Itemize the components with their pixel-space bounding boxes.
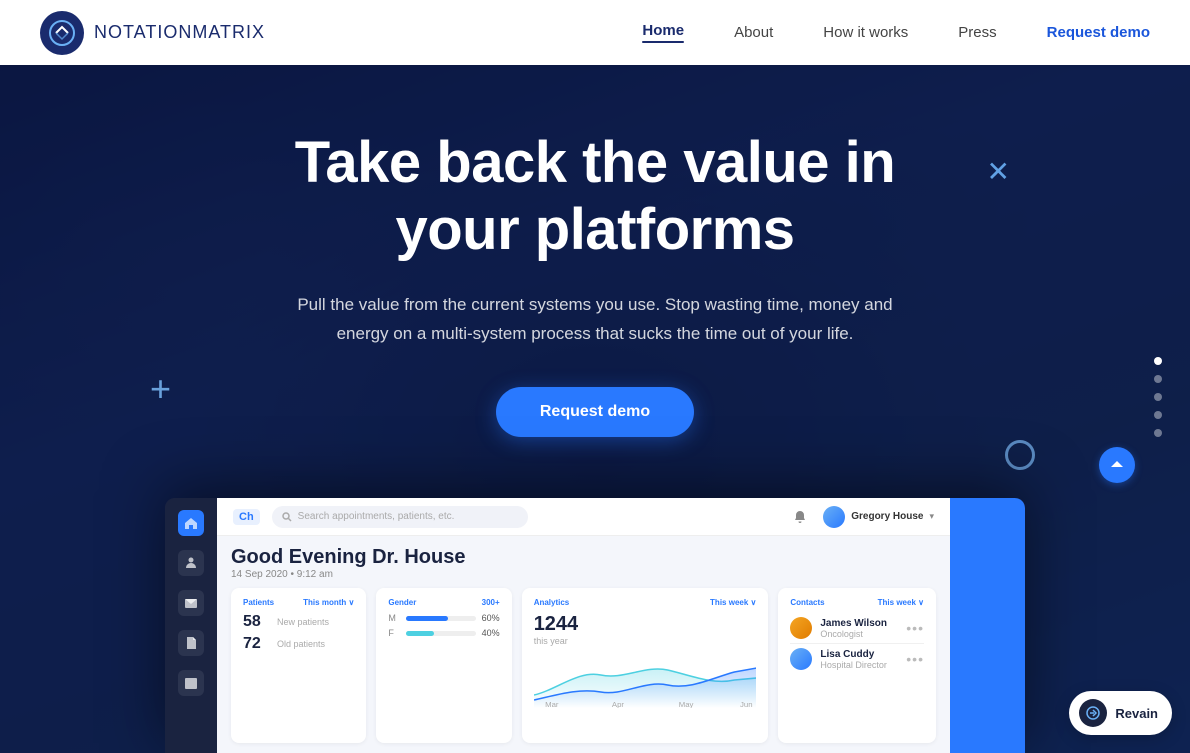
logo[interactable]: NOTATIONMATRIX	[40, 11, 265, 55]
nav-home[interactable]: Home	[642, 22, 684, 43]
contact-more-1[interactable]: •••	[906, 620, 924, 636]
patients-card-title: Patients This month ∨	[243, 598, 354, 607]
svg-text:Apr: Apr	[612, 700, 625, 708]
contact-item-2[interactable]: Lisa Cuddy Hospital Director •••	[790, 644, 924, 674]
username-label: Gregory House	[851, 511, 923, 522]
gender-card-title: Gender 300+	[388, 598, 499, 607]
dashboard-main: Ch Search appointments, patients, etc.	[217, 498, 950, 753]
contact-more-2[interactable]: •••	[906, 651, 924, 667]
search-placeholder: Search appointments, patients, etc.	[298, 511, 455, 522]
hero-cta-button[interactable]: Request demo	[496, 387, 694, 437]
hero-subtitle: Pull the value from the current systems …	[285, 291, 905, 349]
contact-avatar-1	[790, 617, 812, 639]
analytics-card: Analytics This week ∨ 1244 this year	[522, 588, 769, 743]
gender-male-bar-fill	[406, 616, 448, 621]
greeting-text: Good Evening Dr. House 14 Sep 2020 • 9:1…	[231, 546, 936, 580]
user-menu[interactable]: Gregory House ▾	[823, 506, 934, 528]
revain-icon	[1079, 699, 1107, 727]
contacts-card: Contacts This week ∨ James Wilson Oncolo…	[778, 588, 936, 743]
user-avatar	[823, 506, 845, 528]
scroll-up-button[interactable]	[1099, 447, 1135, 483]
decorative-plus: +	[150, 368, 171, 410]
gender-female-bar-bg	[406, 631, 475, 636]
analytics-card-title: Analytics This week ∨	[534, 598, 757, 607]
side-dot-4[interactable]	[1154, 411, 1162, 419]
contacts-card-title: Contacts This week ∨	[790, 598, 924, 607]
side-dots	[1154, 357, 1162, 437]
analytics-sub: this year	[534, 636, 757, 646]
analytics-svg: Mar Apr May Jun	[534, 650, 757, 708]
nav-how-it-works[interactable]: How it works	[823, 24, 908, 41]
gender-card: Gender 300+ M 60%	[376, 588, 511, 743]
side-dot-2[interactable]	[1154, 375, 1162, 383]
analytics-chart: Mar Apr May Jun	[534, 650, 757, 710]
hero-content: Take back the value in your platforms Pu…	[195, 130, 995, 437]
sidebar-doc-icon[interactable]	[178, 630, 204, 656]
gender-chart: M 60% F	[388, 613, 499, 638]
side-dot-5[interactable]	[1154, 429, 1162, 437]
svg-text:Jun: Jun	[740, 700, 753, 708]
side-dot-1[interactable]	[1154, 357, 1162, 365]
nav-press[interactable]: Press	[958, 24, 996, 41]
gender-male-row: M 60%	[388, 613, 499, 623]
sidebar-mail-icon[interactable]	[178, 590, 204, 616]
patients-stats: 58 New patients 72 Old patients	[243, 613, 354, 653]
analytics-number: 1244	[534, 613, 757, 636]
nav-links: Home About How it works Press Request de…	[642, 22, 1150, 43]
nav-about[interactable]: About	[734, 24, 773, 41]
dashboard-sidebar	[165, 498, 217, 753]
contacts-list: James Wilson Oncologist ••• Lisa Cuddy	[790, 613, 924, 674]
nav-request-demo[interactable]: Request demo	[1047, 24, 1150, 41]
logo-icon	[40, 11, 84, 55]
gender-female-bar-fill	[406, 631, 434, 636]
svg-text:Mar: Mar	[545, 700, 559, 708]
gender-male-bar-bg	[406, 616, 475, 621]
old-patients-row: 72 Old patients	[243, 635, 354, 653]
revain-logo-icon	[1085, 705, 1101, 721]
user-chevron-icon: ▾	[929, 511, 934, 522]
dashboard-body: Good Evening Dr. House 14 Sep 2020 • 9:1…	[217, 536, 950, 753]
hero-section: ✕ + Take back the value in your platform…	[0, 0, 1190, 753]
contact-item-1[interactable]: James Wilson Oncologist •••	[790, 613, 924, 644]
navbar: NOTATIONMATRIX Home About How it works P…	[0, 0, 1190, 65]
patients-card: Patients This month ∨ 58 New patients 72	[231, 588, 366, 743]
sidebar-calendar-icon[interactable]	[178, 670, 204, 696]
gender-female-row: F 40%	[388, 628, 499, 638]
notification-bell[interactable]	[789, 506, 811, 528]
contact-avatar-2	[790, 648, 812, 670]
svg-text:May: May	[678, 700, 693, 708]
contact-info-2: Lisa Cuddy Hospital Director	[820, 649, 887, 670]
dashboard-mockup: Ch Search appointments, patients, etc.	[165, 498, 1025, 753]
new-patients-row: 58 New patients	[243, 613, 354, 631]
revain-badge[interactable]: Revain	[1069, 691, 1172, 735]
dashboard-topbar: Ch Search appointments, patients, etc.	[217, 498, 950, 536]
sidebar-person-icon[interactable]	[178, 550, 204, 576]
search-bar[interactable]: Search appointments, patients, etc.	[272, 506, 529, 528]
chevron-up-icon	[1109, 457, 1125, 473]
dashboard-inner: Ch Search appointments, patients, etc.	[165, 498, 1025, 753]
search-icon	[282, 512, 292, 522]
side-dot-3[interactable]	[1154, 393, 1162, 401]
revain-label: Revain	[1115, 706, 1158, 721]
ch-badge: Ch	[233, 509, 260, 525]
dashboard-cards: Patients This month ∨ 58 New patients 72	[231, 588, 936, 743]
sidebar-home-icon[interactable]	[178, 510, 204, 536]
dashboard-right-panel	[950, 498, 1025, 753]
decorative-circle	[1005, 440, 1035, 470]
logo-text: NOTATIONMATRIX	[94, 22, 265, 43]
contact-info-1: James Wilson Oncologist	[820, 618, 887, 639]
hero-title: Take back the value in your platforms	[195, 130, 995, 263]
bell-icon	[793, 510, 807, 524]
